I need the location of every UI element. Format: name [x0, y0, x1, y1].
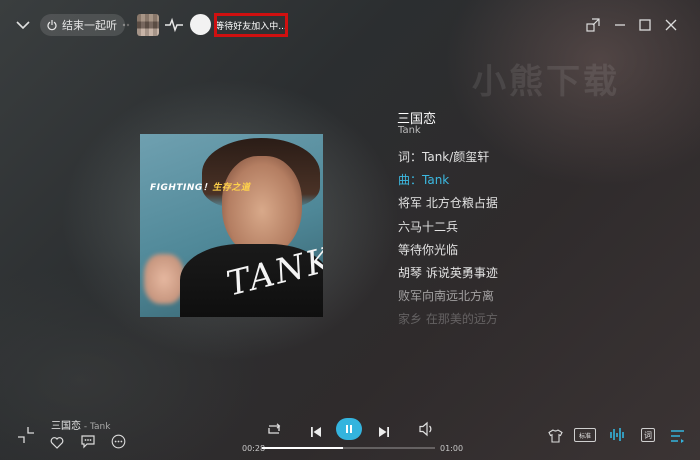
cover-title: FIGHTING！生存之道 [150, 180, 250, 193]
lyric-line: 败军向南远北方离 [398, 289, 495, 304]
waiting-text: 等待好友加入中... [215, 21, 287, 32]
lyric-line: 六马十二兵 [398, 219, 459, 234]
lyrics-panel[interactable]: 词：Tank/颜玺轩 曲：Tank 将军 北方仓粮占据 六马十二兵 等待你光临 … [398, 148, 618, 334]
lyrics-toggle-button[interactable]: 词 [641, 428, 655, 442]
lyric-line: 将军 北方仓粮占据 [398, 196, 498, 211]
lyric-line: 词：Tank/颜玺轩 [398, 150, 490, 164]
playlist-icon[interactable] [670, 428, 685, 443]
lyric-line: 胡琴 诉说英勇事迹 [398, 265, 498, 280]
now-playing-artist: - Tank [81, 422, 111, 432]
total-time: 01:00 [440, 444, 464, 453]
maximize-icon[interactable] [635, 15, 655, 35]
now-playing-title: 三国恋 [51, 421, 81, 432]
quality-button[interactable]: 标准 [574, 428, 596, 442]
album-cover[interactable]: FIGHTING！生存之道 TANK [140, 134, 323, 317]
cover-title-text: FIGHTING！ [150, 183, 213, 193]
shirt-icon[interactable] [548, 428, 563, 443]
end-listen-together-button[interactable]: 结束一起听 [40, 14, 125, 36]
player-window: 结束一起听 等待好友加入中... 小熊下载 FIGHTING！生存之道 TANK… [0, 0, 700, 460]
friend-avatar-placeholder[interactable] [190, 14, 211, 35]
cover-hand [144, 254, 184, 304]
comment-icon[interactable] [80, 433, 96, 449]
quality-label: 标准 [578, 432, 591, 440]
pulse-icon [165, 17, 183, 33]
host-avatar[interactable] [137, 14, 159, 36]
lyrics-toggle-label: 词 [644, 430, 652, 440]
loop-icon[interactable] [266, 422, 282, 437]
more-icon[interactable] [111, 434, 126, 449]
lyric-line: 家乡 在那美的远方 [398, 312, 498, 327]
progress-fill [262, 447, 344, 449]
next-icon[interactable] [378, 423, 390, 437]
lyric-line-current: 曲：Tank [398, 173, 450, 188]
pause-icon [346, 425, 352, 433]
heart-icon[interactable] [50, 435, 64, 449]
mini-mode-icon[interactable] [583, 15, 603, 35]
song-artist[interactable]: Tank [398, 125, 421, 136]
chevron-down-icon[interactable] [14, 16, 32, 34]
sound-effect-icon[interactable] [609, 426, 625, 443]
lyric-line: 等待你光临 [398, 242, 459, 257]
waiting-for-friend-status: 等待好友加入中... [214, 13, 288, 37]
close-icon[interactable] [661, 15, 681, 35]
connection-dots-icon [122, 23, 130, 27]
end-listen-together-label: 结束一起听 [62, 19, 117, 32]
now-playing-info[interactable]: 三国恋 - Tank [51, 417, 110, 432]
pause-button[interactable] [336, 418, 362, 440]
volume-icon[interactable] [418, 421, 435, 437]
previous-icon[interactable] [310, 423, 322, 437]
power-icon [47, 20, 57, 31]
top-bar: 结束一起听 等待好友加入中... [0, 0, 700, 50]
cover-face [222, 156, 302, 256]
cover-subtitle-text: 生存之道 [212, 183, 251, 193]
shrink-icon[interactable] [17, 426, 35, 444]
minimize-icon[interactable] [610, 15, 630, 35]
progress-bar[interactable] [262, 447, 435, 449]
watermark: 小熊下载 [472, 62, 620, 102]
